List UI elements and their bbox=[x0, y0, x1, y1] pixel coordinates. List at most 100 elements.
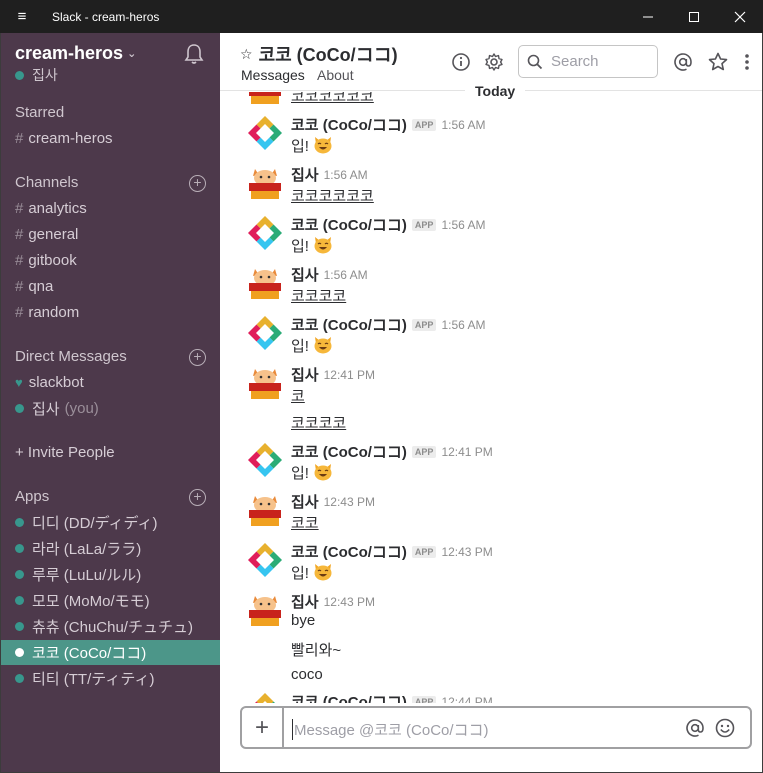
attach-plus-button[interactable]: + bbox=[242, 708, 284, 747]
sidebar-item-gitbook[interactable]: # gitbook bbox=[1, 248, 220, 273]
bot-avatar-icon[interactable] bbox=[247, 215, 283, 251]
sidebar-item-app-chuchu[interactable]: 츄츄 (ChuChu/チュチュ) bbox=[1, 614, 220, 639]
message-text-content: bye bbox=[291, 612, 316, 629]
bot-avatar-icon[interactable] bbox=[247, 542, 283, 578]
title-bar: ≡ Slack - cream-heros bbox=[0, 0, 763, 33]
message-timestamp[interactable]: 1:56 AM bbox=[441, 218, 485, 232]
sidebar-item-app-lala[interactable]: 라라 (LaLa/ララ) bbox=[1, 536, 220, 561]
message-text-content: 입! bbox=[291, 238, 309, 255]
channels-header[interactable]: Channels bbox=[15, 174, 78, 191]
tab-messages[interactable]: Messages bbox=[241, 67, 305, 83]
message-header: 코코 (CoCo/ココ) APP 12:43 PM bbox=[291, 541, 493, 562]
presence-dot-icon bbox=[15, 518, 24, 527]
sidebar-item-qna[interactable]: # qna bbox=[1, 274, 220, 299]
info-icon[interactable] bbox=[450, 51, 472, 73]
bot-avatar-icon[interactable] bbox=[247, 115, 283, 151]
direct-messages-header[interactable]: Direct Messages bbox=[15, 348, 127, 365]
hamburger-menu-icon[interactable]: ≡ bbox=[0, 8, 44, 25]
more-vertical-icon[interactable] bbox=[737, 51, 759, 73]
message-timestamp[interactable]: 12:43 PM bbox=[441, 545, 492, 559]
message-author[interactable]: 코코 (CoCo/ココ) bbox=[291, 214, 407, 235]
message-author[interactable]: 집사 bbox=[291, 591, 319, 612]
sidebar-item-app-coco[interactable]: 코코 (CoCo/ココ) bbox=[1, 640, 220, 665]
invite-people-link[interactable]: + Invite People bbox=[1, 440, 220, 465]
apps-header[interactable]: Apps bbox=[15, 488, 49, 505]
human-avatar-icon[interactable] bbox=[247, 165, 283, 201]
human-avatar-icon[interactable] bbox=[247, 592, 283, 628]
sidebar-item-general[interactable]: # general bbox=[1, 222, 220, 247]
starred-items-icon[interactable] bbox=[707, 51, 729, 73]
app-label: 라라 (LaLa/ララ) bbox=[32, 541, 142, 558]
message-list[interactable]: 코코코코코코 코코 (CoCo/ココ) APP 1:56 AM 입! 집사 1:56 AM… bbox=[220, 92, 762, 703]
message-text: 코코코코 bbox=[291, 285, 346, 306]
message-timestamp[interactable]: 1:56 AM bbox=[441, 118, 485, 132]
message-timestamp[interactable]: 1:56 AM bbox=[324, 268, 368, 282]
app-badge: APP bbox=[411, 218, 437, 231]
sidebar-item-self[interactable]: 집사 (you) bbox=[1, 396, 220, 421]
team-name: cream-heros bbox=[15, 43, 124, 63]
bot-avatar-icon[interactable] bbox=[247, 692, 283, 703]
sidebar-item-app-lulu[interactable]: 루루 (LuLu/ルル) bbox=[1, 562, 220, 587]
search-input[interactable]: Search bbox=[518, 45, 658, 78]
message-text: 코코 bbox=[291, 512, 319, 533]
mentions-at-icon[interactable] bbox=[672, 51, 694, 73]
add-channel-icon[interactable]: + bbox=[189, 175, 206, 192]
app-badge: APP bbox=[411, 318, 437, 331]
hash-icon: # bbox=[15, 278, 24, 295]
sidebar-item-app-momo[interactable]: 모모 (MoMo/モモ) bbox=[1, 588, 220, 613]
message-author[interactable]: 코코 (CoCo/ココ) bbox=[291, 441, 407, 462]
message-timestamp[interactable]: 12:41 PM bbox=[324, 368, 375, 382]
human-avatar-icon[interactable] bbox=[247, 365, 283, 401]
message-author[interactable]: 집사 bbox=[291, 264, 319, 285]
message-author[interactable]: 집사 bbox=[291, 164, 319, 185]
mention-at-icon[interactable] bbox=[684, 717, 706, 739]
message-author[interactable]: 집사 bbox=[291, 364, 319, 385]
message-timestamp[interactable]: 12:43 PM bbox=[324, 495, 375, 509]
emoji-picker-icon[interactable] bbox=[714, 717, 736, 739]
sidebar-item-app-dd[interactable]: 디디 (DD/ディディ) bbox=[1, 510, 220, 535]
sidebar-item-analytics[interactable]: # analytics bbox=[1, 196, 220, 221]
app-label: 츄츄 (ChuChu/チュチュ) bbox=[32, 619, 193, 636]
message-author[interactable]: 집사 bbox=[291, 491, 319, 512]
message-text-content: 빨리와~ bbox=[291, 642, 342, 659]
message-timestamp[interactable]: 12:43 PM bbox=[324, 595, 375, 609]
message-header: 코코 (CoCo/ココ) APP 12:41 PM bbox=[291, 441, 493, 462]
add-app-icon[interactable]: + bbox=[189, 489, 206, 506]
message-timestamp[interactable]: 1:56 AM bbox=[324, 168, 368, 182]
starred-item-cream-heros[interactable]: # cream-heros bbox=[1, 126, 220, 151]
team-menu[interactable]: cream-heros ⌄ bbox=[15, 43, 136, 64]
sidebar-item-random[interactable]: # random bbox=[1, 300, 220, 325]
message-timestamp[interactable]: 12:44 PM bbox=[441, 695, 492, 704]
minimize-button[interactable] bbox=[625, 0, 671, 33]
current-user-status[interactable]: 집사 bbox=[15, 65, 58, 85]
starred-header[interactable]: Starred bbox=[15, 104, 64, 121]
message-composer[interactable]: + Message @코코 (CoCo/ココ) bbox=[240, 706, 752, 749]
human-avatar-icon[interactable] bbox=[247, 265, 283, 301]
star-outline-icon[interactable]: ☆ bbox=[240, 46, 253, 63]
bell-icon[interactable] bbox=[183, 43, 205, 70]
message-author[interactable]: 코코 (CoCo/ココ) bbox=[291, 541, 407, 562]
close-button[interactable] bbox=[717, 0, 763, 33]
gear-icon[interactable] bbox=[483, 51, 505, 73]
window-title: Slack - cream-heros bbox=[52, 9, 160, 24]
sidebar-item-slackbot[interactable]: ♥ slackbot bbox=[1, 370, 220, 395]
sidebar-item-app-tt[interactable]: 티티 (TT/ティティ) bbox=[1, 666, 220, 691]
message-text-content: 입! bbox=[291, 138, 309, 155]
maximize-button[interactable] bbox=[671, 0, 717, 33]
channel-label: gitbook bbox=[28, 252, 77, 269]
message-text: 코코코코코코 bbox=[291, 185, 374, 206]
tab-about[interactable]: About bbox=[317, 67, 354, 83]
message-timestamp[interactable]: 12:41 PM bbox=[441, 445, 492, 459]
add-dm-icon[interactable]: + bbox=[189, 349, 206, 366]
human-avatar-icon[interactable] bbox=[247, 492, 283, 528]
message-timestamp[interactable]: 1:56 AM bbox=[441, 318, 485, 332]
message-input[interactable]: Message @코코 (CoCo/ココ) bbox=[292, 719, 489, 740]
message-author[interactable]: 코코 (CoCo/ココ) bbox=[291, 114, 407, 135]
message-author[interactable]: 코코 (CoCo/ココ) bbox=[291, 314, 407, 335]
hash-icon: # bbox=[15, 226, 24, 243]
message-header: 집사 1:56 AM bbox=[291, 264, 368, 285]
message-author[interactable]: 코코 (CoCo/ココ) bbox=[291, 691, 407, 703]
bot-avatar-icon[interactable] bbox=[247, 315, 283, 351]
bot-avatar-icon[interactable] bbox=[247, 442, 283, 478]
message-header: 집사 1:56 AM bbox=[291, 164, 368, 185]
